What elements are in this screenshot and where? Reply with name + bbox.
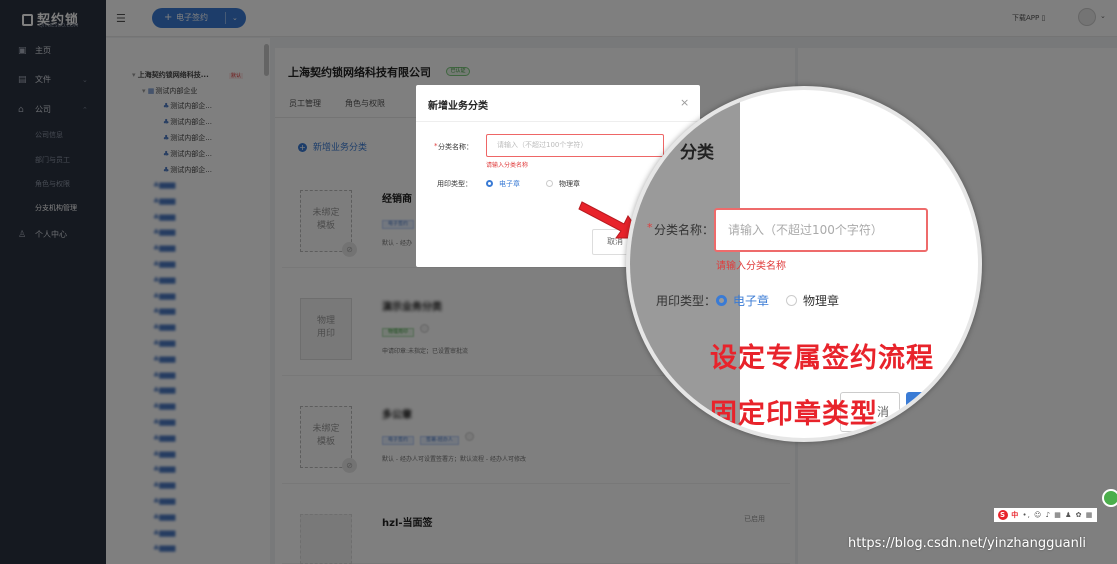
magnified-validation-error: 请输入分类名称 bbox=[716, 261, 786, 272]
radio-dot bbox=[786, 295, 797, 306]
magnified-title: 分类 bbox=[680, 143, 714, 163]
seal-type-label: 用印类型： bbox=[437, 180, 472, 188]
sogou-icon: S bbox=[998, 510, 1008, 520]
ime-toolbar[interactable]: S 中 •, ☺ ♪ ▦ ♟ ✿ ▦ bbox=[994, 508, 1098, 522]
radio-label: 电子章 bbox=[733, 294, 770, 308]
dialog-title: 新增业务分类 bbox=[428, 101, 488, 112]
radio-dot bbox=[716, 295, 727, 306]
validation-error: 请输入分类名称 bbox=[486, 162, 529, 169]
radio-physical-seal[interactable]: 物理章 bbox=[546, 179, 580, 189]
magnified-confirm-button bbox=[906, 392, 956, 432]
required-mark: * bbox=[647, 221, 653, 234]
highlight-caption-2: 固定印章类型 bbox=[710, 399, 878, 430]
magnified-radio-electronic: 电子章 bbox=[716, 292, 769, 309]
category-name-label: 分类名称： bbox=[438, 143, 473, 151]
radio-label: 电子章 bbox=[499, 180, 520, 188]
highlight-caption-1: 设定专属签约流程 bbox=[710, 343, 934, 374]
radio-dot bbox=[486, 180, 493, 187]
magnifier-callout: 分类 * 分类名称： 请输入（不超过100个字符） 请输入分类名称 用印类型： … bbox=[626, 86, 982, 442]
radio-electronic-seal[interactable]: 电子章 bbox=[486, 179, 520, 189]
radio-dot bbox=[546, 180, 553, 187]
ime-mode-label: 中 bbox=[1011, 511, 1020, 519]
floating-help-button[interactable] bbox=[1102, 489, 1117, 507]
required-mark: * bbox=[434, 142, 438, 150]
watermark: https://blog.csdn.net/yinzhangguanli bbox=[848, 536, 1087, 551]
radio-label: 物理章 bbox=[803, 294, 840, 308]
magnified-category-name-input: 请输入（不超过100个字符） bbox=[714, 208, 928, 252]
magnified-radio-physical: 物理章 bbox=[786, 292, 839, 309]
magnified-field-label: 分类名称： bbox=[654, 223, 715, 237]
radio-label: 物理章 bbox=[559, 180, 580, 188]
ime-tool-icons: •, ☺ ♪ ▦ ♟ ✿ ▦ bbox=[1022, 511, 1094, 519]
magnified-seal-type-label: 用印类型： bbox=[656, 294, 717, 308]
